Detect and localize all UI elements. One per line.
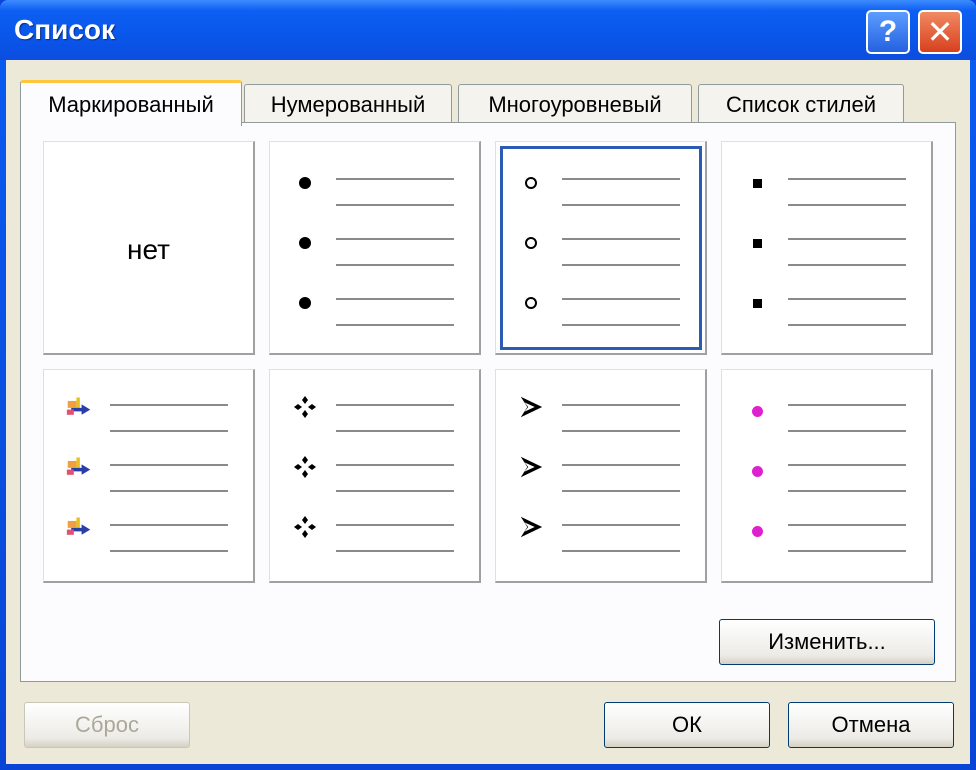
bullet-option-magenta-dot[interactable] <box>721 369 933 583</box>
bullet-option-hollow-circle[interactable] <box>495 141 707 355</box>
help-button[interactable]: ? <box>866 10 910 54</box>
reset-button-label: Сброс <box>75 712 139 737</box>
bullet-option-filled-dot[interactable] <box>269 141 481 355</box>
bullet-option-picture[interactable] <box>43 369 255 583</box>
four-diamonds-icon <box>292 514 318 540</box>
tab-list-styles[interactable]: Список стилей <box>698 84 904 124</box>
square-bullet-icon <box>744 290 770 316</box>
square-bullet-icon <box>744 170 770 196</box>
picture-bullet-icon <box>66 514 92 540</box>
tab-panel: нет Изменить... <box>20 122 956 682</box>
arrowhead-icon <box>518 394 544 420</box>
modify-button[interactable]: Изменить... <box>719 619 935 665</box>
filled-dot-icon <box>292 170 318 196</box>
tab-numbered[interactable]: Нумерованный <box>244 84 452 124</box>
hollow-circle-icon <box>518 290 544 316</box>
close-icon: ✕ <box>926 14 954 50</box>
tab-label: Многоуровневый <box>488 91 662 117</box>
magenta-dot-icon <box>744 398 770 424</box>
none-label: нет <box>127 234 170 265</box>
dialog-window: Список ? ✕ Маркированный Нумерованный Мн… <box>0 0 976 770</box>
picture-bullet-icon <box>66 394 92 420</box>
ok-button[interactable]: ОК <box>604 702 770 748</box>
tab-label: Нумерованный <box>270 91 426 117</box>
square-bullet-icon <box>744 230 770 256</box>
bullet-option-square[interactable] <box>721 141 933 355</box>
tab-label: Список стилей <box>725 91 877 117</box>
four-diamonds-icon <box>292 394 318 420</box>
picture-bullet-icon <box>66 454 92 480</box>
four-diamonds-icon <box>292 454 318 480</box>
hollow-circle-icon <box>518 170 544 196</box>
title-bar[interactable]: Список ? ✕ <box>0 0 976 60</box>
hollow-circle-icon <box>518 230 544 256</box>
magenta-dot-icon <box>744 518 770 544</box>
reset-button[interactable]: Сброс <box>24 702 190 748</box>
help-icon: ? <box>878 15 898 48</box>
ok-button-label: ОК <box>672 712 702 737</box>
magenta-dot-icon <box>744 458 770 484</box>
bullet-option-none[interactable]: нет <box>43 141 255 355</box>
bullet-option-four-diamonds[interactable] <box>269 369 481 583</box>
tab-bulleted[interactable]: Маркированный <box>20 80 242 126</box>
cancel-button[interactable]: Отмена <box>788 702 954 748</box>
cancel-button-label: Отмена <box>831 712 911 737</box>
window-title: Список <box>14 14 116 45</box>
dialog-client: Маркированный Нумерованный Многоуровневы… <box>6 60 970 764</box>
filled-dot-icon <box>292 230 318 256</box>
filled-dot-icon <box>292 290 318 316</box>
tab-outline-numbered[interactable]: Многоуровневый <box>458 84 692 124</box>
tab-label: Маркированный <box>48 91 214 117</box>
arrowhead-icon <box>518 454 544 480</box>
arrowhead-icon <box>518 514 544 540</box>
close-button[interactable]: ✕ <box>918 10 962 54</box>
modify-button-label: Изменить... <box>768 629 886 654</box>
bullet-option-arrowhead[interactable] <box>495 369 707 583</box>
